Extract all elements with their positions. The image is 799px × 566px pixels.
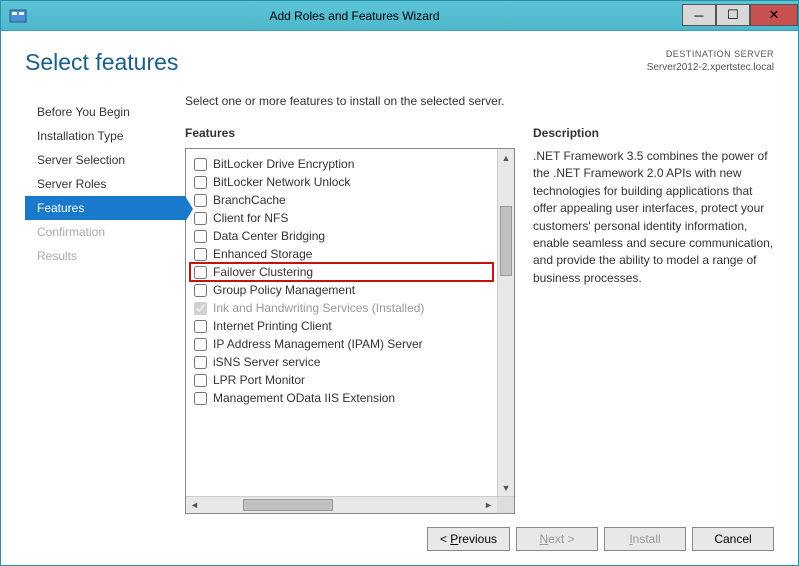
next-button[interactable]: Next > [516,527,598,551]
feature-item[interactable]: Failover Clustering [190,263,493,281]
description-label: Description [533,126,774,140]
nav-item-server-roles[interactable]: Server Roles [25,172,185,196]
feature-label: LPR Port Monitor [213,373,305,387]
wizard-window: Add Roles and Features Wizard ─ ☐ ✕ Sele… [0,0,799,566]
horizontal-scrollbar[interactable]: ◄ ► [186,496,514,513]
feature-checkbox[interactable] [194,212,207,225]
window-title: Add Roles and Features Wizard [27,9,682,23]
feature-checkbox[interactable] [194,338,207,351]
scroll-corner [497,497,514,513]
scroll-track[interactable] [498,166,514,479]
feature-item[interactable]: Group Policy Management [190,281,493,299]
feature-checkbox[interactable] [194,320,207,333]
previous-button[interactable]: < Previous [427,527,510,551]
scroll-left-icon[interactable]: ◄ [186,497,203,513]
feature-label: Management OData IIS Extension [213,391,395,405]
cancel-button[interactable]: Cancel [692,527,774,551]
wizard-nav: Before You BeginInstallation TypeServer … [25,94,185,514]
description-column: Description .NET Framework 3.5 combines … [533,126,774,514]
feature-item[interactable]: LPR Port Monitor [190,371,493,389]
feature-item[interactable]: Enhanced Storage [190,245,493,263]
destination-server: Server2012-2.xpertstec.local [647,61,774,74]
feature-item[interactable]: Client for NFS [190,209,493,227]
feature-label: Group Policy Management [213,283,355,297]
feature-checkbox[interactable] [194,248,207,261]
window-controls: ─ ☐ ✕ [682,5,798,26]
features-listbox: BitLocker Drive Encryption BitLocker Netw… [185,148,515,514]
features-list-viewport: BitLocker Drive Encryption BitLocker Netw… [186,149,514,496]
feature-label: iSNS Server service [213,355,320,369]
feature-label: Data Center Bridging [213,229,325,243]
feature-label: BitLocker Drive Encryption [213,157,354,171]
features-list: BitLocker Drive Encryption BitLocker Netw… [186,149,497,496]
hscroll-track[interactable] [203,497,480,513]
main-panel: Select one or more features to install o… [185,94,774,514]
nav-item-features[interactable]: Features [25,196,185,220]
nav-item-server-selection[interactable]: Server Selection [25,148,185,172]
feature-label: Enhanced Storage [213,247,312,261]
feature-item[interactable]: BitLocker Drive Encryption [190,155,493,173]
feature-checkbox[interactable] [194,176,207,189]
feature-checkbox[interactable] [194,230,207,243]
install-button[interactable]: Install [604,527,686,551]
scroll-right-icon[interactable]: ► [480,497,497,513]
feature-checkbox[interactable] [194,158,207,171]
nav-item-installation-type[interactable]: Installation Type [25,124,185,148]
app-icon [9,7,27,25]
instruction-text: Select one or more features to install o… [185,94,774,108]
columns: Features BitLocker Drive EncryptionBitLo… [185,126,774,514]
body-row: Before You BeginInstallation TypeServer … [25,94,774,514]
feature-item[interactable]: BitLocker Network Unlock [190,173,493,191]
destination-label: DESTINATION SERVER [647,49,774,61]
vertical-scrollbar[interactable]: ▲ ▼ [497,149,514,496]
feature-checkbox[interactable] [194,392,207,405]
feature-checkbox[interactable] [194,374,207,387]
header-row: Select features DESTINATION SERVER Serve… [25,49,774,76]
scroll-up-icon[interactable]: ▲ [498,149,514,166]
titlebar: Add Roles and Features Wizard ─ ☐ ✕ [1,1,798,31]
feature-label: Ink and Handwriting Services (Installed) [213,301,424,315]
feature-label: Failover Clustering [213,265,313,279]
nav-item-confirmation: Confirmation [25,220,185,244]
feature-item[interactable]: Data Center Bridging [190,227,493,245]
feature-item[interactable]: IP Address Management (IPAM) Server [190,335,493,353]
feature-label: IP Address Management (IPAM) Server [213,337,423,351]
feature-item[interactable]: Internet Printing Client [190,317,493,335]
feature-checkbox [194,302,207,315]
feature-label: Client for NFS [213,211,288,225]
nav-item-results: Results [25,244,185,268]
feature-item[interactable]: BranchCache [190,191,493,209]
feature-checkbox[interactable] [194,356,207,369]
feature-label: BranchCache [213,193,286,207]
scroll-thumb[interactable] [500,206,512,276]
close-button[interactable]: ✕ [750,4,798,26]
nav-item-before-you-begin[interactable]: Before You Begin [25,100,185,124]
content-area: Select features DESTINATION SERVER Serve… [1,31,798,565]
page-heading: Select features [25,49,178,76]
feature-checkbox[interactable] [194,266,207,279]
minimize-button[interactable]: ─ [682,4,716,26]
maximize-button[interactable]: ☐ [716,4,750,26]
button-row: < Previous Next > Install Cancel [25,514,774,555]
feature-item[interactable]: iSNS Server service [190,353,493,371]
feature-label: BitLocker Network Unlock [213,175,350,189]
features-column: Features BitLocker Drive EncryptionBitLo… [185,126,515,514]
features-label: Features [185,126,515,140]
hscroll-thumb[interactable] [243,499,333,511]
scroll-down-icon[interactable]: ▼ [498,479,514,496]
feature-checkbox[interactable] [194,284,207,297]
feature-label: Internet Printing Client [213,319,332,333]
description-text: .NET Framework 3.5 combines the power of… [533,148,774,287]
feature-item: Ink and Handwriting Services (Installed) [190,299,493,317]
destination-block: DESTINATION SERVER Server2012-2.xpertste… [647,49,774,74]
feature-item[interactable]: Management OData IIS Extension [190,389,493,407]
feature-checkbox[interactable] [194,194,207,207]
